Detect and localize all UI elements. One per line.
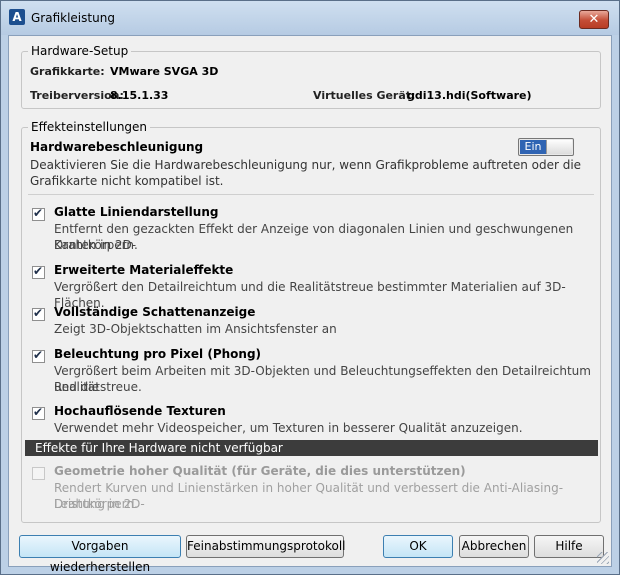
hardware-acceleration-toggle[interactable]: Ein [518, 138, 574, 156]
help-button[interactable]: Hilfe [534, 535, 604, 558]
advanced-material-effects-title[interactable]: Erweiterte Materialeffekte [54, 263, 233, 277]
dialog-client: Hardware-Setup Grafikkarte: VMware SVGA … [8, 35, 612, 574]
toggle-knob [546, 140, 572, 154]
title-bar[interactable]: A Grafikleistung ✕ [1, 1, 619, 35]
restore-defaults-button[interactable]: Vorgaben wiederherstellen [19, 535, 181, 574]
section-divider [28, 194, 594, 195]
high-resolution-textures-title[interactable]: Hochauflösende Texturen [54, 404, 226, 418]
smooth-line-display-checkbox[interactable] [32, 206, 45, 221]
hardware-acceleration-title: Hardwarebeschleunigung [30, 140, 204, 154]
resize-grip-icon[interactable] [597, 552, 609, 564]
virtual-device-value: gdi13.hdi(Software) [407, 89, 532, 102]
window-title: Grafikleistung [31, 11, 115, 25]
effects-settings-group: Effekteinstellungen Hardwarebeschleunigu… [21, 120, 601, 523]
autocad-logo-icon: A [9, 9, 25, 25]
full-shadow-display-title[interactable]: Vollständige Schattenanzeige [54, 305, 255, 319]
per-pixel-lighting-checkbox[interactable] [32, 348, 45, 363]
close-button[interactable]: ✕ [579, 10, 609, 29]
per-pixel-lighting-desc-line2: Realitätstreue. [54, 380, 142, 394]
high-quality-geometry-title: Geometrie hoher Qualität (für Geräte, di… [54, 464, 466, 478]
per-pixel-lighting-title[interactable]: Beleuchtung pro Pixel (Phong) [54, 347, 261, 361]
advanced-material-effects-checkbox[interactable] [32, 264, 45, 279]
high-quality-geometry-checkbox [32, 467, 45, 480]
hardware-acceleration-desc-line2: Grafikkarte nicht kompatibel ist. [30, 174, 224, 188]
toggle-on-label: Ein [520, 140, 546, 154]
high-quality-geometry-desc-line2: Drahtkörpern. [54, 497, 138, 511]
cancel-button[interactable]: Abbrechen [459, 535, 529, 558]
full-shadow-display-desc: Zeigt 3D-Objektschatten im Ansichtsfenst… [54, 322, 337, 336]
virtual-device-label: Virtuelles Gerät: [313, 89, 416, 102]
high-resolution-textures-checkbox[interactable] [32, 405, 45, 420]
tuning-log-button[interactable]: Feinabstimmungsprotokoll [186, 535, 346, 558]
hardware-setup-legend: Hardware-Setup [28, 44, 132, 58]
hardware-acceleration-desc-line1: Deaktivieren Sie die Hardwarebeschleunig… [30, 158, 582, 172]
high-resolution-textures-desc: Verwendet mehr Videospeicher, um Texture… [54, 421, 523, 435]
smooth-line-display-desc-line2: Drahtkörpern. [54, 238, 138, 252]
graphics-card-label: Grafikkarte: [30, 65, 105, 78]
unavailable-effects-header: Effekte für Ihre Hardware nicht verfügba… [25, 440, 598, 456]
graphics-card-value: VMware SVGA 3D [110, 65, 219, 78]
effects-settings-legend: Effekteinstellungen [28, 120, 151, 134]
driver-version-value: 8.15.1.33 [110, 89, 169, 102]
smooth-line-display-title[interactable]: Glatte Liniendarstellung [54, 205, 218, 219]
ok-button[interactable]: OK [383, 535, 453, 558]
dialog-window: A Grafikleistung ✕ Hardware-Setup Grafik… [0, 0, 620, 575]
hardware-setup-group: Hardware-Setup Grafikkarte: VMware SVGA … [21, 44, 601, 109]
full-shadow-display-checkbox[interactable] [32, 306, 45, 321]
